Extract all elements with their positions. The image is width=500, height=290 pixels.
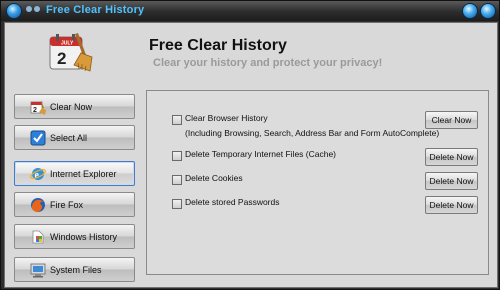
delete-passwords-checkbox[interactable] [172, 199, 182, 209]
title-bar[interactable]: Free Clear History [1, 1, 499, 21]
sidebar-item-label: Clear Now [50, 101, 93, 112]
clear-browser-history-checkbox[interactable] [172, 115, 182, 125]
delete-cookies-label: Delete Cookies [185, 173, 243, 183]
clear-now-button[interactable]: Clear Now [425, 111, 478, 129]
window-title: Free Clear History [46, 4, 145, 16]
sidebar-firefox-button[interactable]: Fire Fox [14, 192, 135, 217]
sidebar-item-label: Select All [50, 132, 88, 143]
logo-day: 2 [57, 49, 66, 68]
minimize-button[interactable] [463, 4, 477, 18]
sidebar-internet-explorer-button[interactable]: e Internet Explorer [14, 161, 135, 186]
delete-passwords-button[interactable]: Delete Now [425, 196, 478, 214]
firefox-icon [30, 197, 46, 213]
sidebar-item-label: Windows History [50, 231, 118, 242]
app-window: Free Clear History JULY 2 Free Clear His… [0, 0, 500, 290]
clear-browser-history-sublabel: (Including Browsing, Search, Address Bar… [185, 128, 440, 138]
delete-temporary-files-button[interactable]: Delete Now [425, 148, 478, 166]
delete-cookies-checkbox[interactable] [172, 175, 182, 185]
client-area: JULY 2 Free Clear History Clear your his… [4, 22, 498, 288]
delete-cookies-button[interactable]: Delete Now [425, 172, 478, 190]
app-title: Free Clear History [149, 37, 287, 54]
sidebar-item-label: System Files [50, 264, 102, 275]
internet-explorer-icon: e [30, 166, 46, 182]
sidebar-item-label: Fire Fox [50, 199, 84, 210]
sidebar-clear-now-button[interactable]: 2 Clear Now [14, 94, 135, 119]
header: JULY 2 Free Clear History Clear your his… [5, 23, 497, 87]
clear-browser-history-label: Clear Browser History [185, 113, 268, 123]
checkmark-icon [30, 130, 46, 146]
close-button[interactable] [481, 4, 495, 18]
sidebar-windows-history-button[interactable]: Windows History [14, 224, 135, 249]
title-dot-icon [26, 6, 32, 12]
calendar-broom-icon: 2 [30, 99, 46, 115]
title-dot-icon [34, 6, 40, 12]
windows-history-icon [30, 229, 46, 245]
sidebar-system-files-button[interactable]: System Files [14, 257, 135, 282]
system-files-icon [30, 262, 46, 278]
app-menu-icon[interactable] [7, 4, 21, 18]
sidebar-select-all-button[interactable]: Select All [14, 125, 135, 150]
delete-temporary-files-label: Delete Temporary Internet Files (Cache) [185, 149, 337, 159]
delete-passwords-label: Delete stored Passwords [185, 197, 280, 207]
logo-month: JULY [61, 41, 74, 47]
sidebar-item-label: Internet Explorer [50, 168, 117, 179]
svg-text:2: 2 [33, 107, 37, 114]
app-subtitle: Clear your history and protect your priv… [153, 57, 383, 69]
calendar-broom-logo-icon: JULY 2 [49, 33, 93, 72]
delete-temporary-files-checkbox[interactable] [172, 151, 182, 161]
options-panel: Clear Browser History (Including Browsin… [146, 90, 489, 275]
